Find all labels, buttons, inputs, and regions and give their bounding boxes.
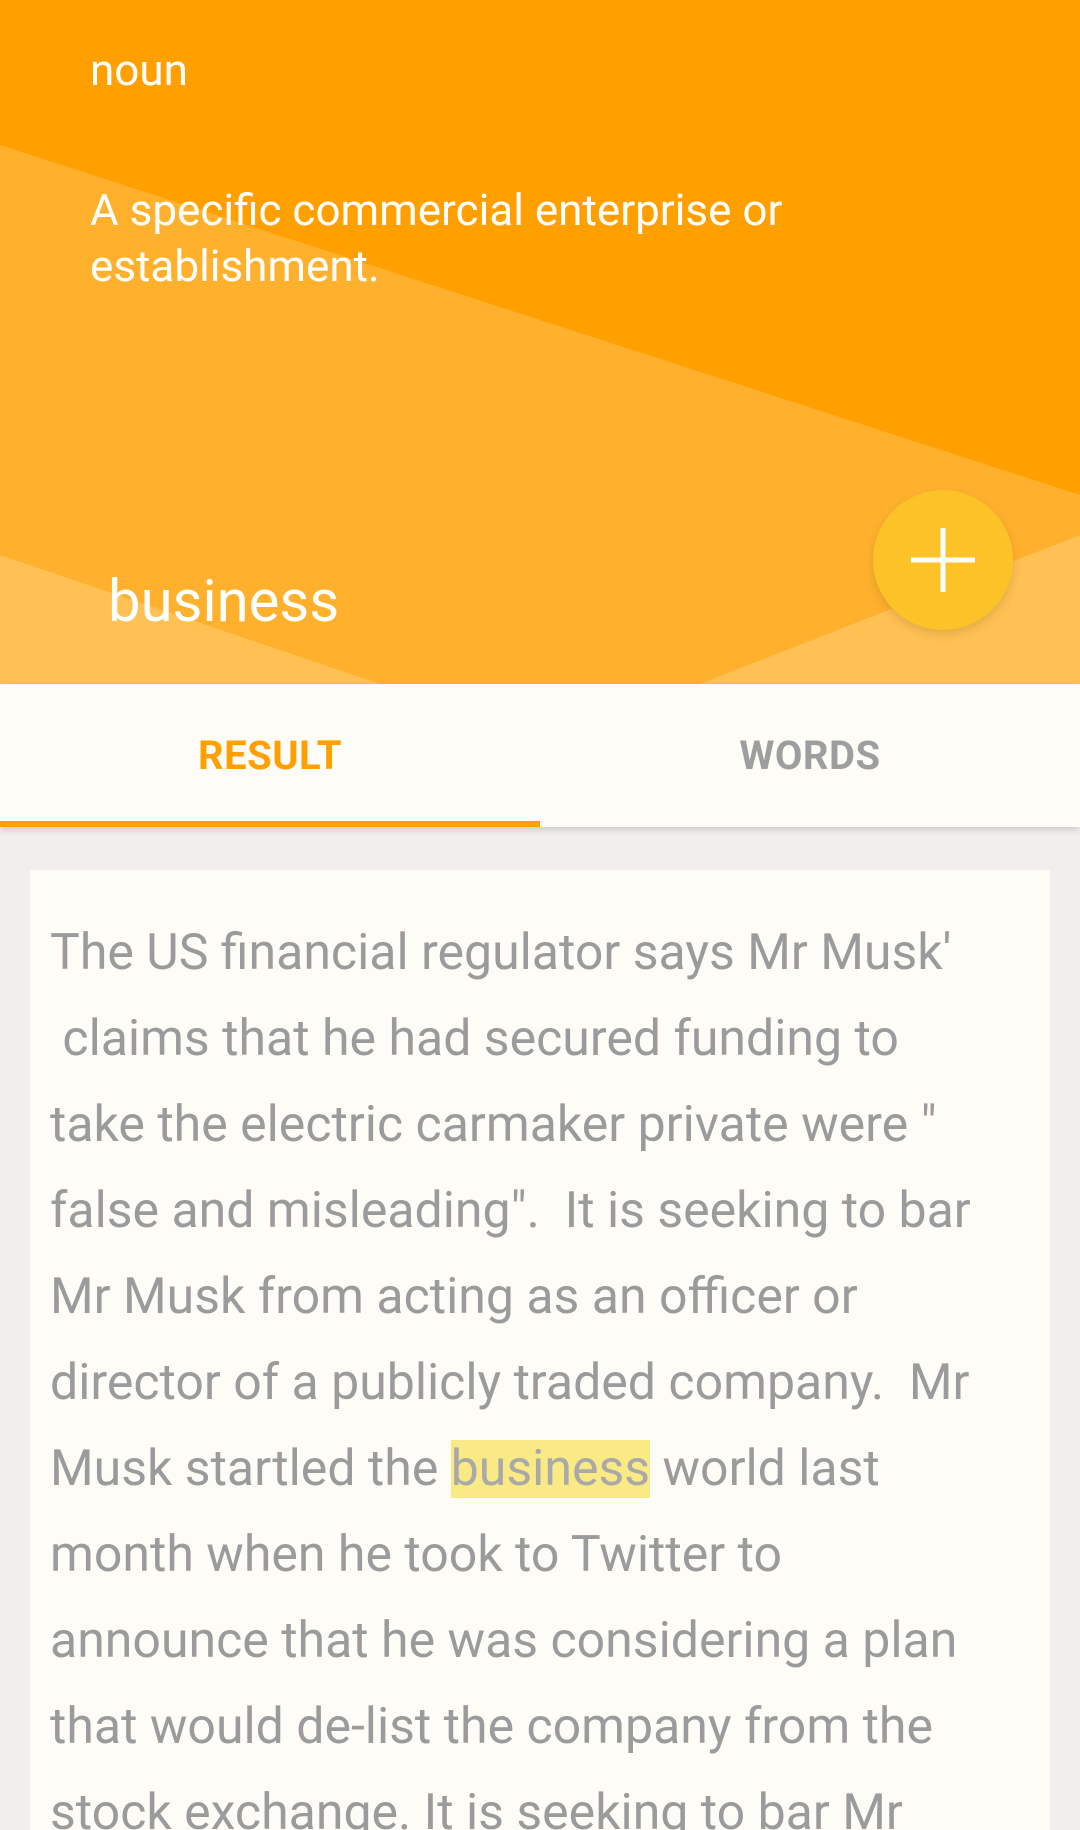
passage-text: Musk startled the <box>50 1440 451 1498</box>
passage-line: director of a publicly traded company. M… <box>50 1354 970 1412</box>
tab-indicator <box>0 821 540 827</box>
passage-line: take the electric carmaker private were … <box>50 1096 937 1154</box>
passage-line: Mr Musk from acting as an officer or <box>50 1268 858 1326</box>
highlighted-word: business <box>450 1440 651 1498</box>
passage-line: announce that he was considering a plan <box>50 1612 958 1670</box>
add-word-button[interactable] <box>873 490 1013 630</box>
passage-line: that would de-list the company from the <box>50 1698 933 1756</box>
plus-icon <box>911 528 975 592</box>
passage-line: Musk startled the business world last <box>50 1426 1030 1512</box>
word-header: noun A specific commercial enterprise or… <box>0 0 1080 684</box>
passage-line: stock exchange. It is seeking to bar Mr <box>50 1784 903 1830</box>
part-of-speech: noun <box>90 44 188 96</box>
result-card: The US financial regulator says Mr Musk'… <box>30 870 1050 1830</box>
example-passage: The US financial regulator says Mr Musk'… <box>30 870 1050 1830</box>
word-title: business <box>108 568 340 636</box>
tab-bar: RESULT WORDS <box>0 684 1080 827</box>
passage-line: false and misleading". It is seeking to … <box>50 1182 971 1240</box>
passage-text: world last <box>650 1440 880 1498</box>
tab-words[interactable]: WORDS <box>540 684 1080 827</box>
definition-text: A specific commercial enterprise or esta… <box>90 184 783 292</box>
passage-line: month when he took to Twitter to <box>50 1526 782 1584</box>
tab-result[interactable]: RESULT <box>0 684 540 827</box>
passage-line: The US financial regulator says Mr Musk' <box>50 924 952 982</box>
passage-line: claims that he had secured funding to <box>50 1010 899 1068</box>
